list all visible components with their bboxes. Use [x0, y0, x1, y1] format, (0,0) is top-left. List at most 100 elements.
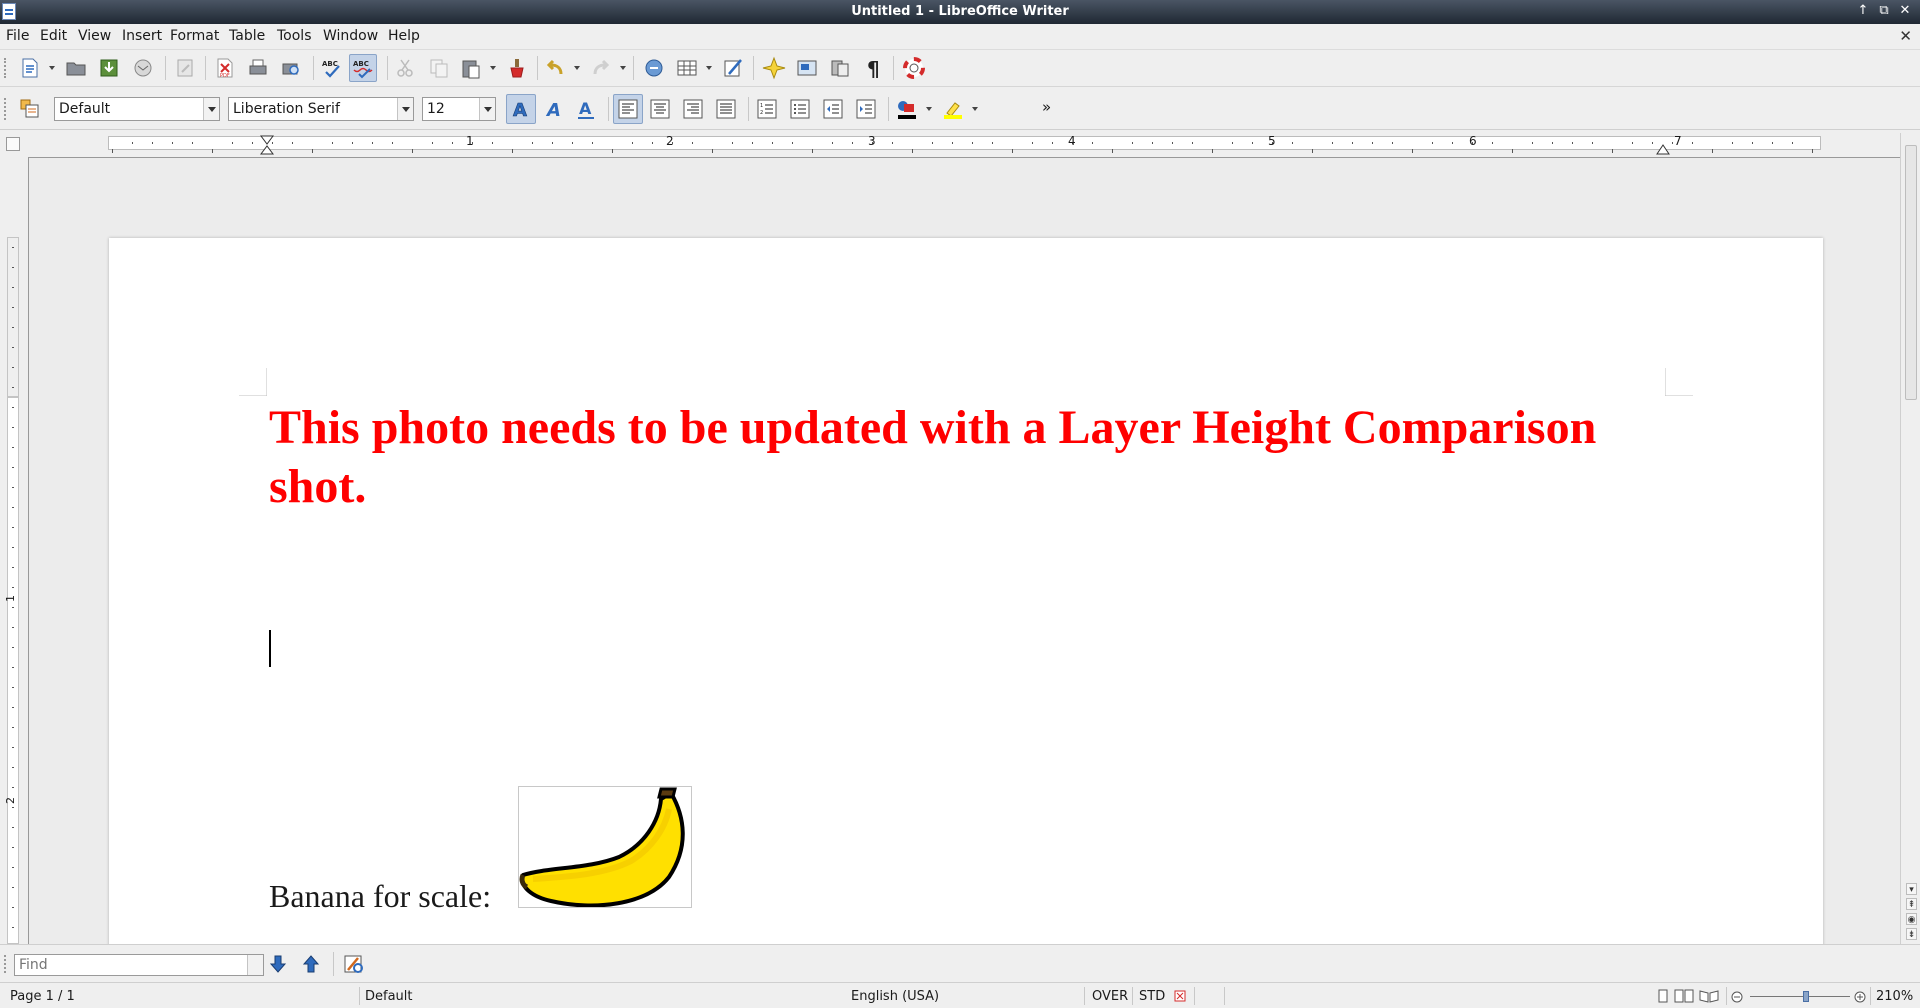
- next-page-icon[interactable]: ⇟: [1906, 928, 1917, 940]
- show-draw-functions-icon[interactable]: [721, 56, 745, 80]
- scrollbar-thumb[interactable]: [1905, 145, 1917, 400]
- find-previous-icon[interactable]: [299, 952, 323, 976]
- edit-file-icon[interactable]: [173, 56, 197, 80]
- menu-help[interactable]: Help: [388, 28, 420, 44]
- insert-mode-status[interactable]: OVER: [1092, 989, 1128, 1004]
- tab-type-selector[interactable]: [6, 137, 20, 151]
- spelling-icon[interactable]: ABC: [320, 56, 344, 80]
- increase-indent-icon[interactable]: [854, 97, 878, 121]
- document-page[interactable]: This photo needs to be updated with a La…: [109, 238, 1823, 944]
- formatting-marks-icon[interactable]: ¶: [861, 56, 885, 80]
- find-combo[interactable]: [14, 954, 264, 976]
- menu-window[interactable]: Window: [323, 28, 378, 44]
- window-close-icon[interactable]: ✕: [1896, 2, 1914, 20]
- chevron-down-icon[interactable]: [203, 98, 219, 120]
- help-lifebuoy-icon[interactable]: [902, 56, 926, 80]
- italic-icon[interactable]: A: [542, 97, 566, 121]
- window-up-icon[interactable]: ↑: [1854, 2, 1872, 20]
- page-style-status[interactable]: Default: [365, 989, 413, 1004]
- highlighting-dropdown[interactable]: [971, 97, 979, 121]
- menu-view[interactable]: View: [78, 28, 111, 44]
- export-pdf-icon[interactable]: PDF: [213, 56, 237, 80]
- font-color-dropdown[interactable]: [925, 97, 933, 121]
- insert-table-dropdown[interactable]: [705, 56, 713, 80]
- menu-tools[interactable]: Tools: [277, 28, 312, 44]
- decrease-indent-icon[interactable]: [821, 97, 845, 121]
- paste-icon[interactable]: [459, 56, 483, 80]
- print-preview-icon[interactable]: [279, 56, 303, 80]
- zoom-level-status[interactable]: 210%: [1876, 989, 1913, 1004]
- zoom-out-icon[interactable]: [1730, 990, 1744, 1004]
- align-center-icon[interactable]: [648, 97, 672, 121]
- justify-icon[interactable]: [714, 97, 738, 121]
- undo-dropdown[interactable]: [573, 56, 581, 80]
- redo-dropdown[interactable]: [619, 56, 627, 80]
- chevron-down-icon[interactable]: [397, 98, 413, 120]
- data-sources-icon[interactable]: [828, 56, 852, 80]
- save-icon[interactable]: [97, 56, 121, 80]
- cut-icon[interactable]: [393, 56, 417, 80]
- document-heading[interactable]: This photo needs to be updated with a La…: [269, 398, 1689, 516]
- clone-formatting-icon[interactable]: [505, 56, 529, 80]
- chevron-down-icon[interactable]: [247, 955, 263, 975]
- menu-table[interactable]: Table: [229, 28, 265, 44]
- more-options-button[interactable]: »: [1042, 98, 1051, 116]
- chevron-down-icon[interactable]: [479, 98, 495, 120]
- align-right-icon[interactable]: [681, 97, 705, 121]
- highlighting-icon[interactable]: [941, 97, 965, 121]
- indent-marker-icon[interactable]: [259, 135, 275, 155]
- page-count-status[interactable]: Page 1 / 1: [10, 989, 75, 1004]
- new-document-icon[interactable]: [18, 56, 42, 80]
- paragraph-style-combo[interactable]: Default: [54, 97, 220, 121]
- align-left-button[interactable]: [613, 94, 643, 124]
- underline-icon[interactable]: A: [574, 97, 598, 121]
- banana-caption[interactable]: Banana for scale:: [269, 878, 491, 915]
- horizontal-ruler[interactable]: 1 2 3 4 5 6 7: [28, 133, 1900, 157]
- open-folder-icon[interactable]: [64, 56, 88, 80]
- font-color-icon[interactable]: [895, 97, 919, 121]
- zoom-in-icon[interactable]: [1853, 990, 1867, 1004]
- find-input[interactable]: [15, 955, 247, 975]
- find-next-icon[interactable]: [266, 952, 290, 976]
- vertical-scrollbar[interactable]: ▾ ⇞ ◉ ⇟: [1900, 133, 1920, 944]
- autospellcheck-button[interactable]: ABC: [349, 54, 377, 82]
- gallery-icon[interactable]: [795, 56, 819, 80]
- toolbar-grip[interactable]: [4, 955, 8, 973]
- scroll-down-icon[interactable]: ▾: [1906, 883, 1917, 895]
- undo-icon[interactable]: [543, 56, 567, 80]
- new-dropdown[interactable]: [48, 56, 56, 80]
- banana-image[interactable]: [518, 786, 692, 908]
- book-view-icon[interactable]: [1699, 989, 1719, 1003]
- menu-format[interactable]: Format: [170, 28, 219, 44]
- document-workspace[interactable]: This photo needs to be updated with a La…: [28, 157, 1900, 944]
- find-and-replace-icon[interactable]: [342, 952, 366, 976]
- navigation-icon[interactable]: ◉: [1906, 913, 1917, 925]
- paste-dropdown[interactable]: [489, 56, 497, 80]
- selection-mode-status[interactable]: STD: [1139, 989, 1165, 1004]
- menu-edit[interactable]: Edit: [40, 28, 67, 44]
- toolbar-grip[interactable]: [4, 58, 8, 78]
- vertical-ruler[interactable]: 1 2: [0, 157, 28, 944]
- document-modified-icon[interactable]: [1174, 990, 1186, 1002]
- window-restore-icon[interactable]: ⧉: [1875, 2, 1893, 20]
- bullets-icon[interactable]: [788, 97, 812, 121]
- font-size-combo[interactable]: 12: [422, 97, 496, 121]
- language-status[interactable]: English (USA): [851, 989, 939, 1004]
- zoom-slider-track[interactable]: [1750, 996, 1850, 997]
- single-page-view-icon[interactable]: [1656, 989, 1670, 1003]
- toolbar-grip[interactable]: [4, 98, 8, 120]
- menu-file[interactable]: File: [6, 28, 29, 44]
- numbering-icon[interactable]: 12: [755, 97, 779, 121]
- zoom-slider-thumb[interactable]: [1803, 991, 1809, 1002]
- print-icon[interactable]: [246, 56, 270, 80]
- previous-page-icon[interactable]: ⇞: [1906, 898, 1917, 910]
- insert-table-icon[interactable]: [675, 56, 699, 80]
- close-document-icon[interactable]: ✕: [1899, 27, 1912, 45]
- redo-icon[interactable]: [589, 56, 613, 80]
- font-name-combo[interactable]: Liberation Serif: [228, 97, 414, 121]
- styles-and-formatting-icon[interactable]: [18, 97, 42, 121]
- email-document-icon[interactable]: [131, 56, 155, 80]
- right-indent-marker-icon[interactable]: [1655, 141, 1671, 155]
- copy-icon[interactable]: [427, 56, 451, 80]
- multi-page-view-icon[interactable]: [1674, 989, 1694, 1003]
